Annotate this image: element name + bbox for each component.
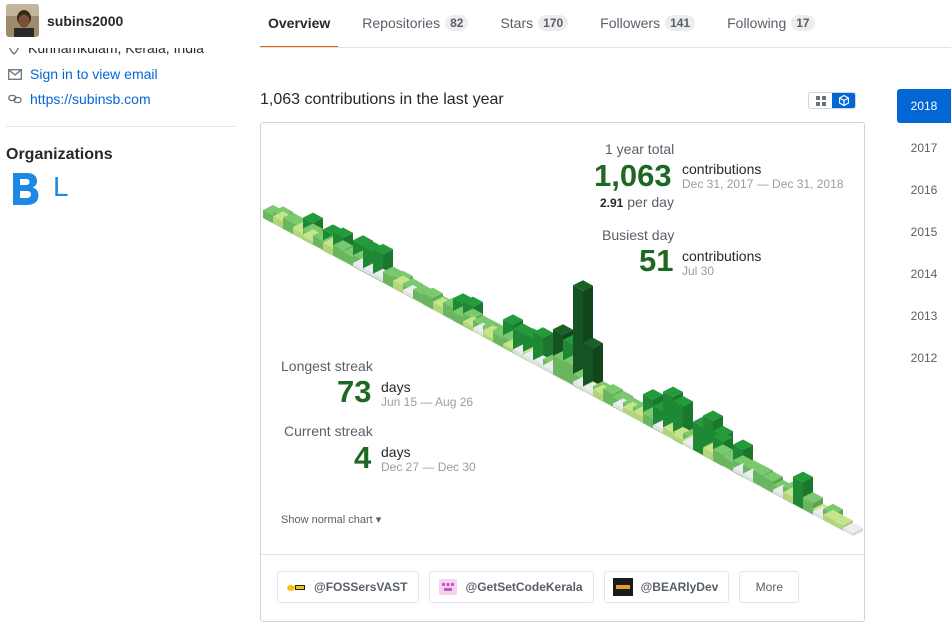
url-row[interactable]: https://subinsb.com — [8, 91, 151, 107]
profile-header: subins2000 Overview Repositories 82 Stars… — [0, 0, 951, 48]
busiest-day-label: Busiest day — [602, 227, 675, 243]
per-day-label: per day — [623, 194, 674, 210]
website-link[interactable]: https://subinsb.com — [30, 91, 151, 107]
org-button-getsetcodekerala[interactable]: @GetSetCodeKerala — [428, 571, 594, 603]
org-button-label: @GetSetCodeKerala — [465, 580, 583, 594]
busiest-day-date: Jul 30 — [682, 264, 715, 278]
year-link-2012[interactable]: 2012 — [897, 341, 951, 375]
year-link-2017[interactable]: 2017 — [897, 131, 951, 165]
tab-repositories[interactable]: Repositories 82 — [354, 0, 476, 48]
org-button-label: @FOSSersVAST — [314, 580, 408, 594]
contributions-card: 1 year total 1,063 contributions Dec 31,… — [260, 122, 865, 622]
cube-icon — [838, 95, 849, 106]
current-streak-label: Current streak — [284, 423, 373, 439]
avatar[interactable] — [6, 4, 39, 37]
org-button-bearlydev[interactable]: @BEARlyDev — [603, 571, 730, 603]
longest-streak-label: Longest streak — [281, 358, 373, 374]
per-day-value: 2.91 — [600, 196, 624, 210]
longest-streak-range: Jun 15 — Aug 26 — [381, 395, 474, 409]
tab-counter: 141 — [665, 15, 696, 31]
cube-view-button[interactable] — [832, 93, 855, 108]
tab-following[interactable]: Following 17 — [719, 0, 823, 48]
year-total-range: Dec 31, 2017 — Dec 31, 2018 — [682, 177, 844, 191]
bear-logo-icon — [612, 578, 633, 596]
org-b-logo-icon — [13, 173, 39, 205]
mail-icon — [8, 68, 22, 80]
tab-followers[interactable]: Followers 141 — [592, 0, 703, 48]
year-total-unit: contributions — [682, 161, 762, 177]
card-divider — [261, 554, 864, 555]
tab-counter: 82 — [445, 15, 469, 31]
current-streak-unit: days — [381, 444, 411, 460]
org-filter-bar: @FOSSersVAST @GetSetCodeKerala @BEARlyDe… — [277, 571, 800, 603]
tab-label: Followers — [600, 15, 661, 31]
tab-label: Following — [727, 15, 787, 31]
current-streak-value: 4 — [354, 440, 372, 475]
fossers-logo-icon — [286, 579, 306, 595]
year-link-2013[interactable]: 2013 — [897, 299, 951, 333]
org-avatar-l[interactable]: L — [53, 171, 69, 203]
org-button-label: @BEARlyDev — [640, 580, 719, 594]
username[interactable]: subins2000 — [47, 13, 123, 29]
tab-label: Overview — [268, 15, 331, 31]
org-avatar-b[interactable] — [10, 171, 40, 207]
grid-icon — [815, 95, 826, 106]
year-total-label: 1 year total — [605, 141, 675, 157]
longest-streak-value: 73 — [337, 374, 372, 409]
tab-counter: 17 — [791, 15, 815, 31]
year-link-2018[interactable]: 2018 — [897, 89, 951, 123]
year-link-2016[interactable]: 2016 — [897, 173, 951, 207]
year-list: 2018 2017 2016 2015 2014 2013 2012 — [897, 89, 951, 383]
year-link-2014[interactable]: 2014 — [897, 257, 951, 291]
year-link-2015[interactable]: 2015 — [897, 215, 951, 249]
year-total-value: 1,063 — [594, 158, 672, 193]
busiest-day-value: 51 — [639, 243, 674, 278]
tab-label: Stars — [500, 15, 534, 31]
org-button-fossersvast[interactable]: @FOSSersVAST — [277, 571, 419, 603]
current-streak-range: Dec 27 — Dec 30 — [381, 460, 476, 474]
profile-tabs: Overview Repositories 82 Stars 170 Followe… — [260, 0, 839, 48]
contributions-heading: 1,063 contributions in the last year — [260, 91, 504, 108]
chart-view-toggle — [808, 92, 856, 109]
tab-overview[interactable]: Overview — [260, 0, 339, 48]
longest-streak-unit: days — [381, 379, 411, 395]
tab-label: Repositories — [362, 15, 441, 31]
email-row[interactable]: Sign in to view email — [8, 66, 158, 82]
organizations-heading: Organizations — [6, 146, 113, 163]
tab-stars[interactable]: Stars 170 — [492, 0, 576, 48]
user-link[interactable]: subins2000 — [6, 4, 123, 37]
getsetcode-logo-icon — [438, 579, 458, 595]
grid-view-button[interactable] — [809, 93, 832, 108]
link-icon — [8, 94, 22, 104]
show-normal-chart-link[interactable]: Show normal chart ▾ — [281, 513, 381, 526]
email-link[interactable]: Sign in to view email — [30, 66, 158, 82]
tab-divider — [260, 47, 951, 48]
more-orgs-button[interactable]: More — [739, 571, 800, 603]
sidebar-divider — [6, 126, 236, 127]
tab-counter: 170 — [538, 15, 569, 31]
busiest-day-unit: contributions — [682, 248, 762, 264]
